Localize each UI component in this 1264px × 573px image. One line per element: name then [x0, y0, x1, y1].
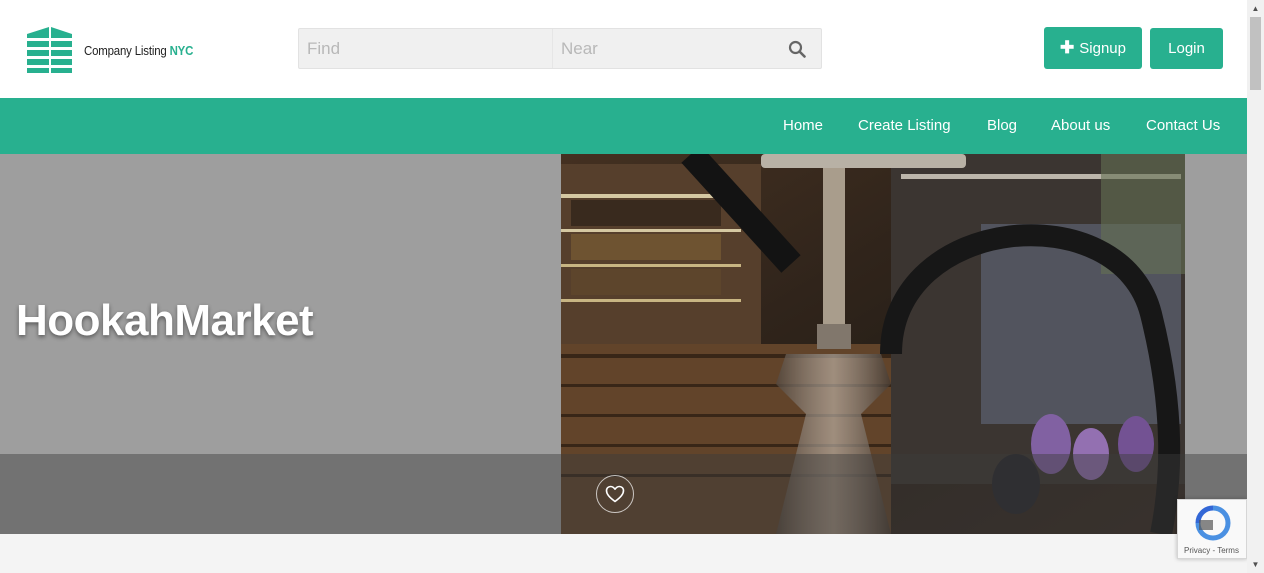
recaptcha-privacy-terms[interactable]: Privacy - Terms [1184, 546, 1239, 555]
nav-item-home[interactable]: Home [783, 98, 823, 154]
recaptcha-icon [1195, 505, 1231, 541]
recaptcha-badge[interactable]: Privacy - Terms [1177, 499, 1247, 559]
signup-label: Signup [1079, 39, 1126, 57]
nav-item-blog[interactable]: Blog [987, 98, 1017, 154]
site-header: Company Listing NYC ✚ Signup Login [0, 0, 1247, 98]
login-button[interactable]: Login [1150, 28, 1223, 69]
signup-button[interactable]: ✚ Signup [1044, 27, 1142, 69]
search-button[interactable] [773, 29, 821, 68]
scrollbar[interactable]: ▲ ▼ [1247, 0, 1264, 573]
listing-hero: HookahMarket [0, 154, 1247, 534]
logo-text: Company Listing NYC [84, 43, 193, 58]
logo-text-main: Company Listing [84, 42, 167, 58]
login-label: Login [1168, 40, 1205, 57]
site-logo[interactable]: Company Listing NYC [25, 26, 195, 74]
search-icon [788, 40, 806, 58]
heart-icon [605, 485, 625, 503]
scroll-up-arrow-icon[interactable]: ▲ [1247, 0, 1264, 17]
find-input[interactable] [299, 29, 553, 68]
search-bar [298, 28, 822, 69]
plus-icon: ✚ [1060, 38, 1075, 57]
listing-title: HookahMarket [16, 296, 314, 345]
nav-item-about-us[interactable]: About us [1051, 98, 1110, 154]
page: Company Listing NYC ✚ Signup Login Home … [0, 0, 1264, 573]
scroll-thumb[interactable] [1250, 17, 1261, 90]
nav-item-contact-us[interactable]: Contact Us [1146, 98, 1220, 154]
main-nav: Home Create Listing Blog About us Contac… [0, 98, 1247, 154]
nav-item-create-listing[interactable]: Create Listing [858, 98, 951, 154]
scroll-down-arrow-icon[interactable]: ▼ [1247, 556, 1264, 573]
building-logo-icon [25, 26, 73, 74]
logo-text-accent: NYC [169, 42, 194, 58]
favorite-button[interactable] [596, 475, 634, 513]
near-input[interactable] [553, 29, 773, 68]
